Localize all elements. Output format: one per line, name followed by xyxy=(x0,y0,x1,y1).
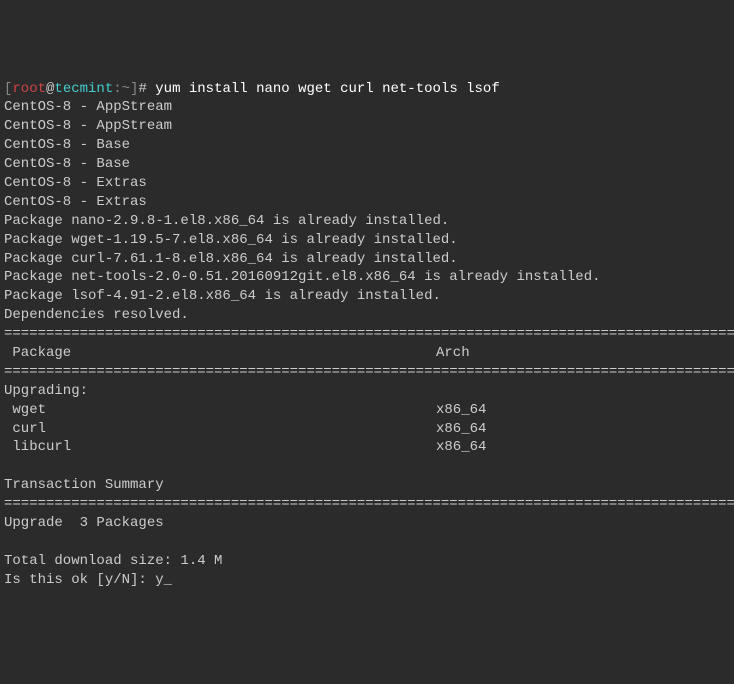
deps-resolved: Dependencies resolved. xyxy=(4,307,189,323)
confirm-line: Is this ok [y/N]: y_ xyxy=(4,572,172,588)
download-size: Total download size: 1.4 M xyxy=(4,553,222,569)
pkg-name: wget xyxy=(4,401,436,420)
pkg-name: libcurl xyxy=(4,438,436,457)
prompt-line: [root@tecmint:~]# yum install nano wget … xyxy=(4,81,500,97)
transaction-summary: Transaction Summary xyxy=(4,477,164,493)
repo-line: CentOS-8 - Extras xyxy=(4,194,147,210)
repo-line: CentOS-8 - Base xyxy=(4,137,130,153)
prompt-path: :~ xyxy=(113,81,130,97)
upgrade-row: curlx86_64 xyxy=(4,421,486,437)
cursor-icon: _ xyxy=(164,572,172,588)
separator-line: ========================================… xyxy=(4,326,734,342)
pkg-arch: x86_64 xyxy=(436,402,486,418)
pkg-name: curl xyxy=(4,420,436,439)
upgrading-label: Upgrading: xyxy=(4,383,88,399)
upgrade-row: wgetx86_64 xyxy=(4,402,486,418)
repo-line: CentOS-8 - AppStream xyxy=(4,99,172,115)
table-header: PackageArch xyxy=(4,345,470,361)
repo-line: CentOS-8 - Base xyxy=(4,156,130,172)
installed-line: Package wget-1.19.5-7.el8.x86_64 is alre… xyxy=(4,232,458,248)
separator-line: ========================================… xyxy=(4,364,734,380)
command-input: yum install nano wget curl net-tools lso… xyxy=(155,81,499,97)
terminal[interactable]: [root@tecmint:~]# yum install nano wget … xyxy=(4,80,730,590)
col-arch-header: Arch xyxy=(436,345,470,361)
prompt-host: tecmint xyxy=(54,81,113,97)
repo-line: CentOS-8 - AppStream xyxy=(4,118,172,134)
pkg-arch: x86_64 xyxy=(436,439,486,455)
upgrade-count: Upgrade 3 Packages xyxy=(4,515,164,531)
pkg-arch: x86_64 xyxy=(436,421,486,437)
separator-line: ========================================… xyxy=(4,496,734,512)
installed-line: Package curl-7.61.1-8.el8.x86_64 is alre… xyxy=(4,251,458,267)
confirm-input[interactable]: y xyxy=(155,572,163,588)
prompt-user: root xyxy=(12,81,46,97)
confirm-prompt: Is this ok [y/N]: xyxy=(4,572,155,588)
installed-line: Package nano-2.9.8-1.el8.x86_64 is alrea… xyxy=(4,213,449,229)
repo-line: CentOS-8 - Extras xyxy=(4,175,147,191)
col-package-header: Package xyxy=(4,344,436,363)
prompt-hash: # xyxy=(138,81,155,97)
upgrade-row: libcurlx86_64 xyxy=(4,439,486,455)
installed-line: Package net-tools-2.0-0.51.20160912git.e… xyxy=(4,269,601,285)
installed-line: Package lsof-4.91-2.el8.x86_64 is alread… xyxy=(4,288,441,304)
